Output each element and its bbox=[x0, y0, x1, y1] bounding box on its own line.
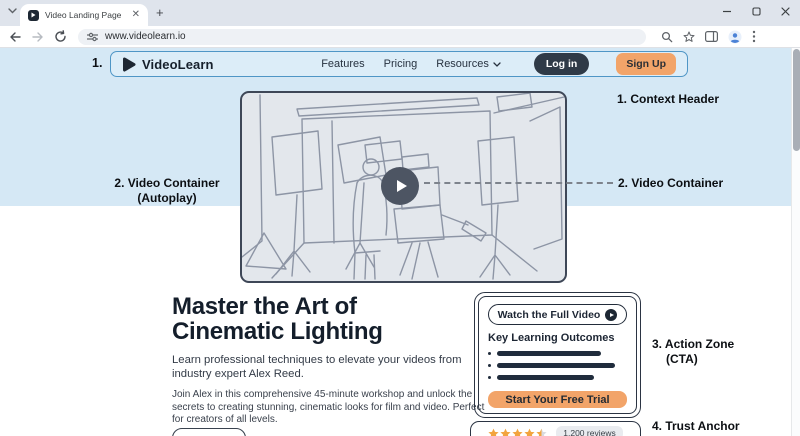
window-maximize-icon[interactable] bbox=[752, 6, 761, 16]
login-button[interactable]: Log in bbox=[533, 53, 590, 75]
outcome-item bbox=[488, 363, 627, 368]
star-rating bbox=[488, 428, 547, 436]
annotation-header-marker: 1. bbox=[92, 56, 103, 70]
outcome-skeleton-bar bbox=[497, 375, 594, 380]
window-close-icon[interactable] bbox=[781, 6, 790, 16]
annotation-context-header: 1. Context Header bbox=[617, 92, 720, 106]
browser-toolbar: www.videolearn.io bbox=[0, 26, 800, 48]
browser-tab[interactable]: Video Landing Page ✕ bbox=[20, 4, 148, 26]
new-tab-icon[interactable]: + bbox=[156, 6, 164, 19]
watch-full-video-button[interactable]: Watch the Full Video bbox=[488, 304, 627, 325]
start-free-trial-button[interactable]: Start Your Free Trial bbox=[488, 391, 627, 408]
menu-kebab-icon[interactable] bbox=[752, 30, 756, 43]
site-header: VideoLearn Features Pricing Resources Lo… bbox=[110, 51, 688, 77]
action-zone: Watch the Full Video Key Learning Outcom… bbox=[474, 292, 641, 418]
tab-favicon-play-icon bbox=[28, 9, 39, 21]
brand[interactable]: VideoLearn bbox=[122, 57, 214, 72]
url-text[interactable]: www.videolearn.io bbox=[105, 31, 186, 42]
window-minimize-icon[interactable] bbox=[722, 6, 732, 16]
star-icon bbox=[500, 428, 511, 436]
outcome-item bbox=[488, 375, 627, 380]
hero-subtitle: Learn professional techniques to elevate… bbox=[172, 354, 462, 380]
brand-name: VideoLearn bbox=[142, 56, 214, 72]
nav-features[interactable]: Features bbox=[321, 58, 364, 70]
star-icon bbox=[524, 428, 535, 436]
zoom-icon[interactable] bbox=[661, 31, 673, 43]
video-container[interactable] bbox=[240, 91, 567, 283]
star-half-icon bbox=[536, 428, 547, 436]
reviews-count-badge: 1,200 reviews bbox=[556, 426, 623, 436]
page-scrollbar[interactable] bbox=[791, 48, 800, 436]
page-title: Master the Art of Cinematic Lighting bbox=[172, 293, 383, 345]
refresh-icon[interactable] bbox=[54, 30, 67, 43]
scrollbar-thumb[interactable] bbox=[793, 49, 800, 151]
site-settings-tune-icon[interactable] bbox=[87, 32, 98, 42]
forward-icon[interactable] bbox=[31, 31, 45, 43]
outcome-item bbox=[488, 351, 627, 356]
play-button[interactable] bbox=[381, 167, 419, 205]
tab-search-chevron-icon[interactable] bbox=[8, 8, 17, 14]
page-content: 1. VideoLearn Features Pricing Resources… bbox=[0, 48, 800, 436]
hero-section: Master the Art of Cinematic Lighting Lea… bbox=[172, 294, 494, 427]
trust-anchor: 1,200 reviews bbox=[470, 421, 641, 436]
annotation-trust-anchor: 4. Trust Anchor bbox=[652, 419, 740, 433]
annotation-video-left: 2. Video Container (Autoplay) bbox=[114, 176, 220, 205]
browser-tabstrip: Video Landing Page ✕ + bbox=[0, 0, 800, 26]
action-zone-card: Watch the Full Video Key Learning Outcom… bbox=[478, 296, 637, 414]
bullet-dot-icon bbox=[488, 376, 491, 379]
tab-title: Video Landing Page bbox=[45, 10, 122, 20]
back-icon[interactable] bbox=[8, 31, 22, 43]
star-icon bbox=[488, 428, 499, 436]
star-icon bbox=[512, 428, 523, 436]
profile-avatar-icon[interactable] bbox=[728, 30, 742, 44]
outcome-skeleton-bar bbox=[497, 351, 601, 356]
key-learning-outcomes-title: Key Learning Outcomes bbox=[488, 332, 615, 344]
side-panel-icon[interactable] bbox=[705, 31, 718, 42]
annotation-action-zone: 3. Action Zone (CTA) bbox=[652, 337, 735, 366]
small-play-icon bbox=[605, 308, 618, 321]
bookmark-star-icon[interactable] bbox=[683, 31, 695, 43]
signup-button[interactable]: Sign Up bbox=[616, 53, 676, 75]
address-bar[interactable]: www.videolearn.io bbox=[78, 28, 646, 45]
partial-cta-button[interactable] bbox=[172, 428, 246, 436]
nav-pricing[interactable]: Pricing bbox=[384, 58, 418, 70]
chevron-down-icon bbox=[493, 61, 501, 67]
play-triangle-icon bbox=[396, 180, 407, 192]
brand-play-logo-icon bbox=[123, 57, 136, 71]
nav-resources[interactable]: Resources bbox=[436, 58, 501, 70]
outcome-skeleton-bar bbox=[497, 363, 615, 368]
hero-description: Join Alex in this comprehensive 45-minut… bbox=[172, 389, 485, 425]
callout-dashed-line bbox=[424, 182, 613, 184]
bullet-dot-icon bbox=[488, 364, 491, 367]
bullet-dot-icon bbox=[488, 352, 491, 355]
tab-close-icon[interactable]: ✕ bbox=[132, 10, 140, 20]
annotation-video-right: 2. Video Container bbox=[618, 176, 724, 190]
